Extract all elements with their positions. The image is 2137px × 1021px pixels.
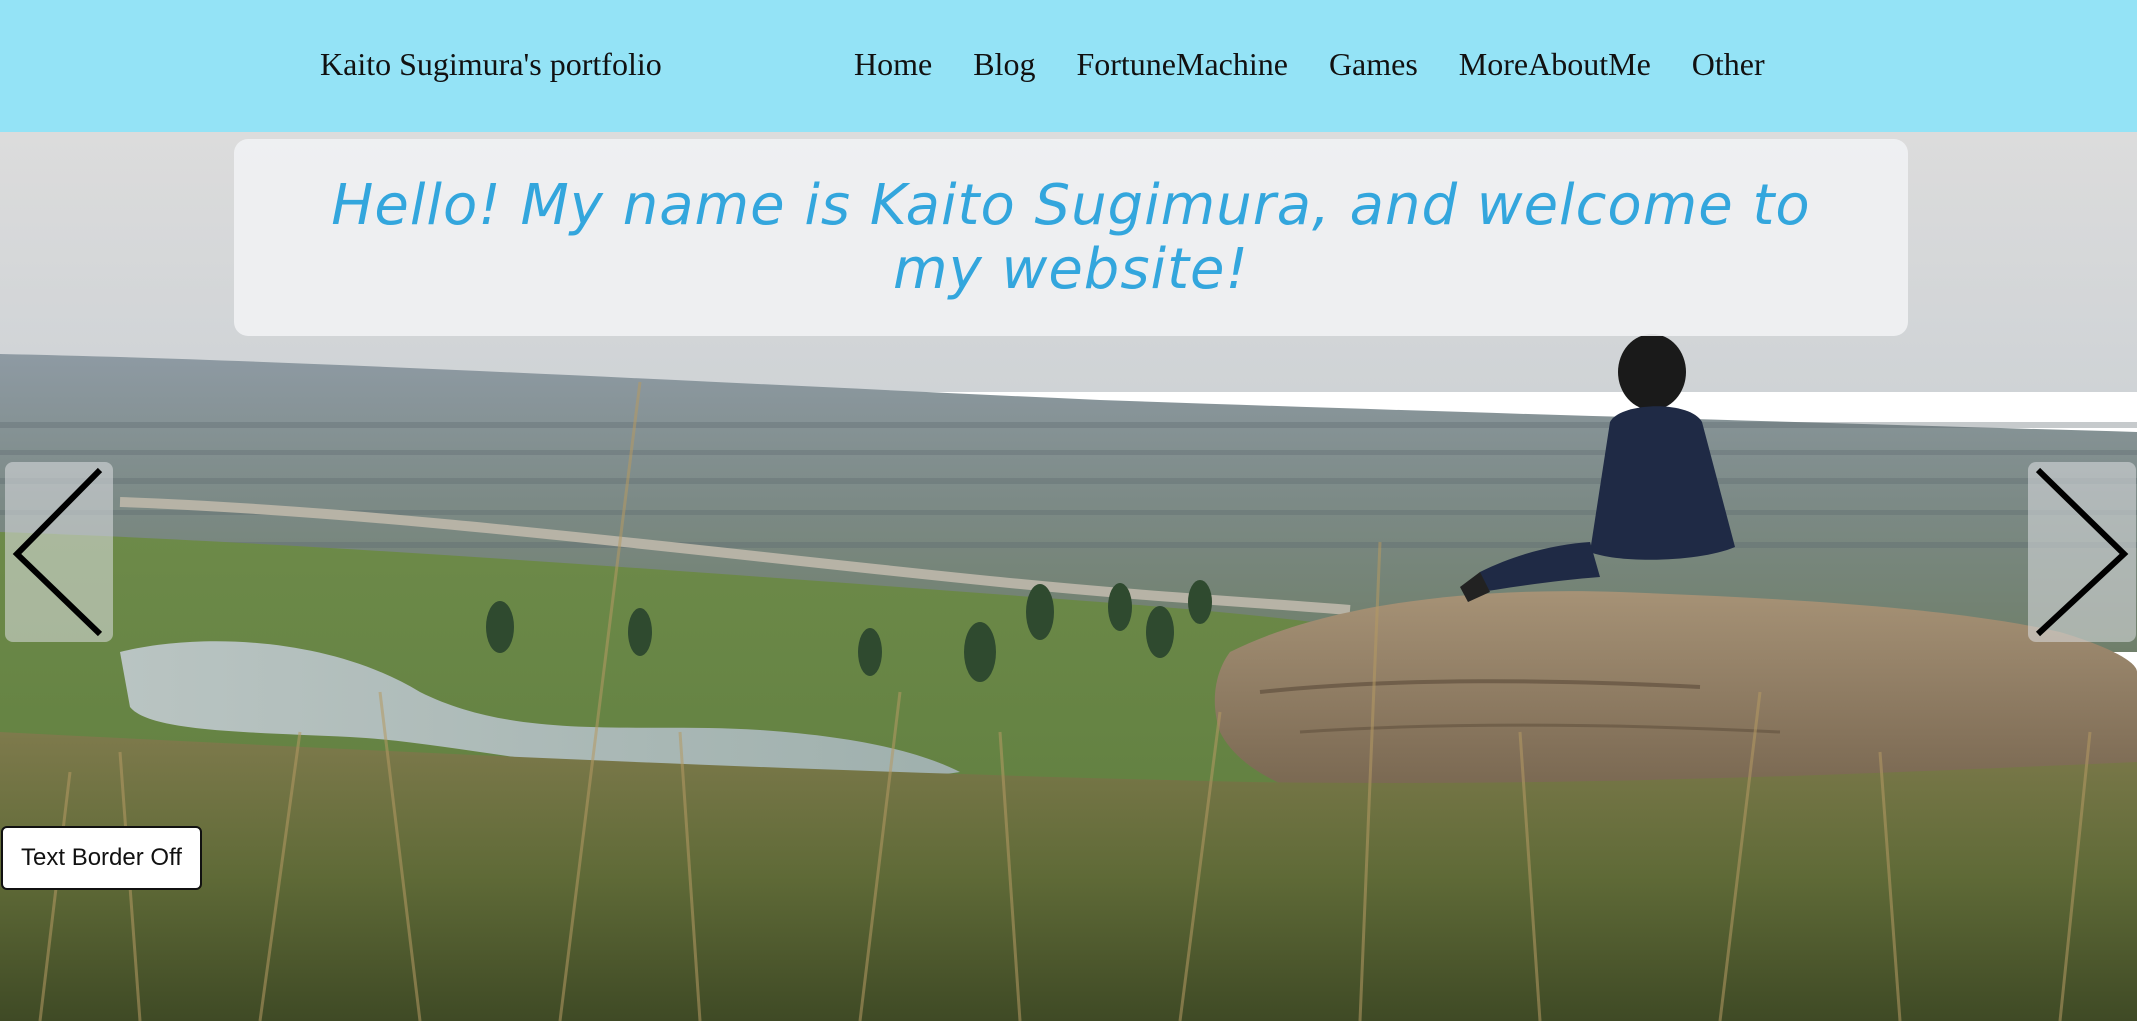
chevron-right-icon	[2035, 467, 2129, 637]
carousel-prev-button[interactable]	[5, 462, 113, 642]
page: Kaito Sugimura's portfolio Home Blog For…	[0, 0, 2137, 1021]
text-border-toggle-button[interactable]: Text Border Off	[1, 826, 202, 890]
nav-games[interactable]: Games	[1329, 46, 1418, 83]
nav-home[interactable]: Home	[854, 46, 932, 83]
site-brand[interactable]: Kaito Sugimura's portfolio	[320, 46, 662, 83]
nav-blog[interactable]: Blog	[973, 46, 1035, 83]
welcome-banner: Hello! My name is Kaito Sugimura, and we…	[234, 139, 1908, 336]
main-nav: Home Blog FortuneMachine Games MoreAbout…	[854, 46, 1806, 83]
carousel-next-button[interactable]	[2028, 462, 2136, 642]
nav-more-about-me[interactable]: MoreAboutMe	[1459, 46, 1651, 83]
welcome-heading: Hello! My name is Kaito Sugimura, and we…	[331, 172, 1811, 302]
nav-other[interactable]: Other	[1692, 46, 1765, 83]
chevron-left-icon	[12, 467, 103, 637]
site-header: Kaito Sugimura's portfolio Home Blog For…	[0, 0, 2137, 132]
nav-fortune-machine[interactable]: FortuneMachine	[1076, 46, 1288, 83]
